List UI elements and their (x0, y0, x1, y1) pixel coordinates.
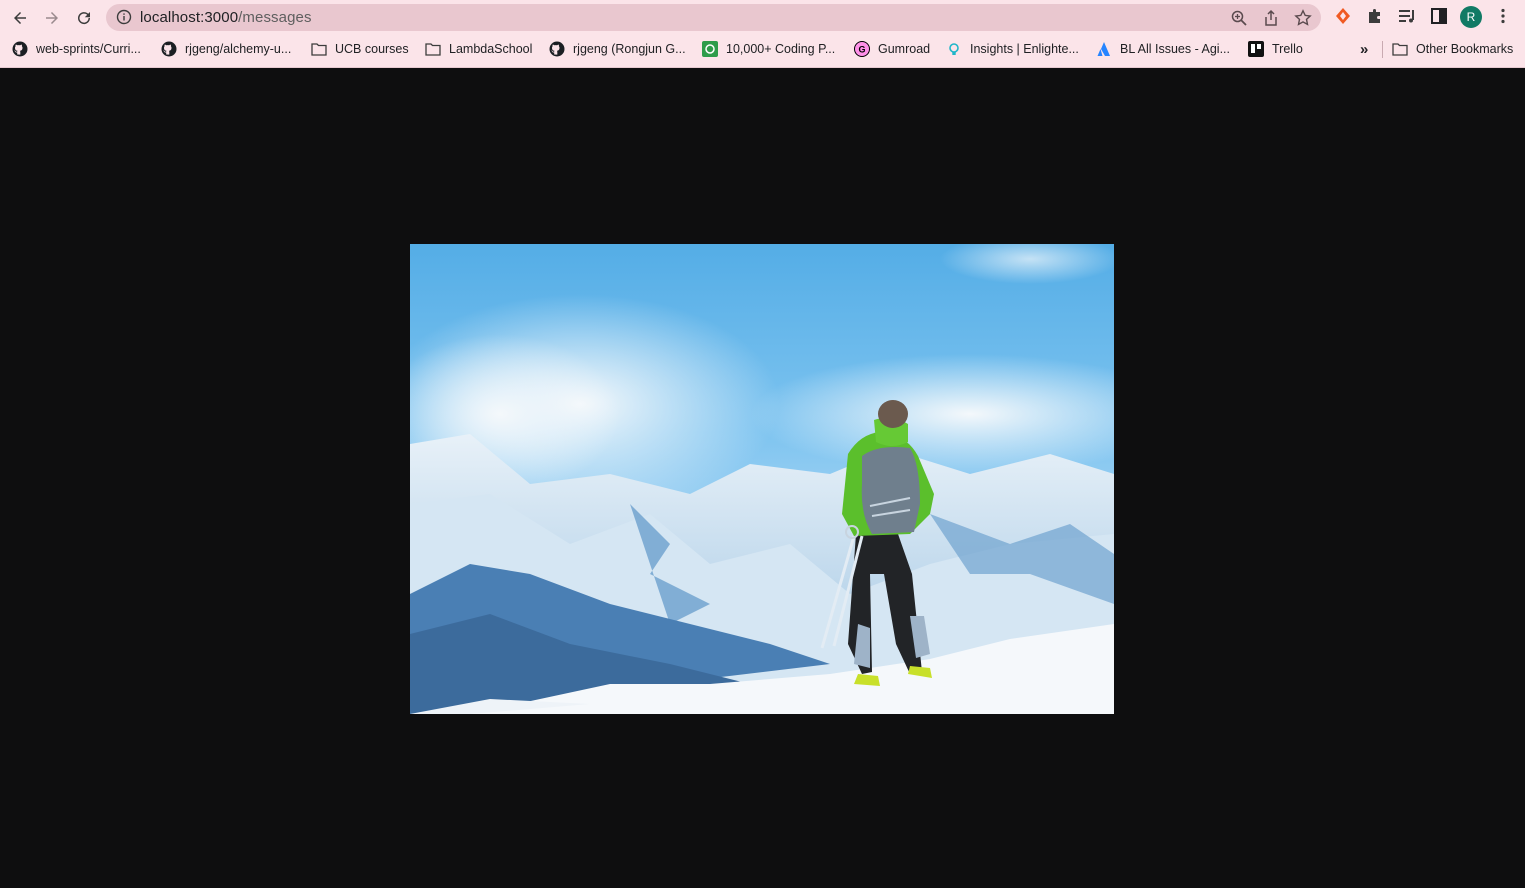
bookmark-item[interactable]: Insights | Enlighte... (946, 39, 1079, 59)
atlassian-icon (1096, 41, 1112, 57)
page-content (0, 68, 1525, 888)
bookmark-label: UCB courses (335, 42, 409, 56)
share-icon[interactable] (1262, 9, 1280, 27)
bookmark-label: rjgeng (Rongjun G... (573, 42, 686, 56)
forward-icon[interactable] (39, 5, 65, 31)
trello-icon (1248, 41, 1264, 57)
url-path: /messages (238, 9, 312, 26)
browser-chrome: localhost:3000/messages R web-sprints/Cu… (0, 0, 1525, 68)
bookmark-item[interactable]: BL All Issues - Agi... (1096, 39, 1230, 59)
github-icon (161, 41, 177, 57)
github-icon (12, 41, 28, 57)
bookmark-label: Trello (1272, 42, 1303, 56)
extensions-puzzle-icon[interactable] (1365, 6, 1385, 26)
url-text: localhost:3000/messages (140, 9, 312, 26)
bookmark-label: 10,000+ Coding P... (726, 42, 836, 56)
bookmark-folder[interactable]: UCB courses (311, 39, 409, 59)
extension-orange-icon[interactable] (1333, 6, 1353, 26)
bookmark-item[interactable]: rjgeng (Rongjun G... (549, 39, 686, 59)
bookmark-label: Gumroad (878, 42, 931, 56)
side-panel-icon[interactable] (1429, 6, 1449, 26)
bookmark-label: rjgeng/alchemy-u... (185, 42, 292, 56)
folder-icon (425, 41, 441, 57)
gumroad-icon: G (854, 41, 870, 57)
bookmark-label: BL All Issues - Agi... (1120, 42, 1231, 56)
bookmarks-separator (1382, 41, 1383, 58)
star-icon[interactable] (1294, 9, 1312, 27)
bookmark-item[interactable]: Trello (1248, 39, 1303, 59)
bookmark-folder[interactable]: LambdaSchool (425, 39, 532, 59)
other-bookmarks-label: Other Bookmarks (1416, 42, 1514, 56)
back-icon[interactable] (7, 5, 33, 31)
info-icon[interactable] (116, 9, 132, 25)
bookmark-label: LambdaSchool (449, 42, 533, 56)
bookmark-item[interactable]: 10,000+ Coding P... (702, 39, 835, 59)
bookmark-label: web-sprints/Curri... (36, 42, 141, 56)
svg-text:G: G (858, 45, 865, 55)
bookmark-item[interactable]: rjgeng/alchemy-u... (161, 39, 291, 59)
menu-kebab-icon[interactable] (1493, 6, 1513, 26)
address-bar[interactable]: localhost:3000/messages (106, 4, 1321, 31)
reload-icon[interactable] (71, 5, 97, 31)
folder-icon (1392, 41, 1408, 57)
zoom-icon[interactable] (1230, 9, 1248, 27)
bookmark-item[interactable]: G Gumroad (854, 39, 930, 59)
bookmarks-overflow-chevron[interactable]: » (1360, 39, 1368, 59)
media-control-icon[interactable] (1397, 6, 1417, 26)
bookmarks-bar: web-sprints/Curri... rjgeng/alchemy-u...… (0, 36, 1525, 62)
coding-icon (702, 41, 718, 57)
other-bookmarks-folder[interactable]: Other Bookmarks (1392, 39, 1513, 59)
github-icon (549, 41, 565, 57)
browser-toolbar: localhost:3000/messages R (0, 0, 1525, 34)
skier-on-snowy-mountain-photo (410, 244, 1114, 714)
profile-avatar[interactable]: R (1460, 6, 1482, 28)
bookmark-item[interactable]: web-sprints/Curri... (12, 39, 141, 59)
folder-icon (311, 41, 327, 57)
photo-image (410, 244, 1114, 714)
url-host: localhost:3000 (140, 9, 239, 26)
lightbulb-icon (946, 41, 962, 57)
bookmark-label: Insights | Enlighte... (970, 42, 1079, 56)
